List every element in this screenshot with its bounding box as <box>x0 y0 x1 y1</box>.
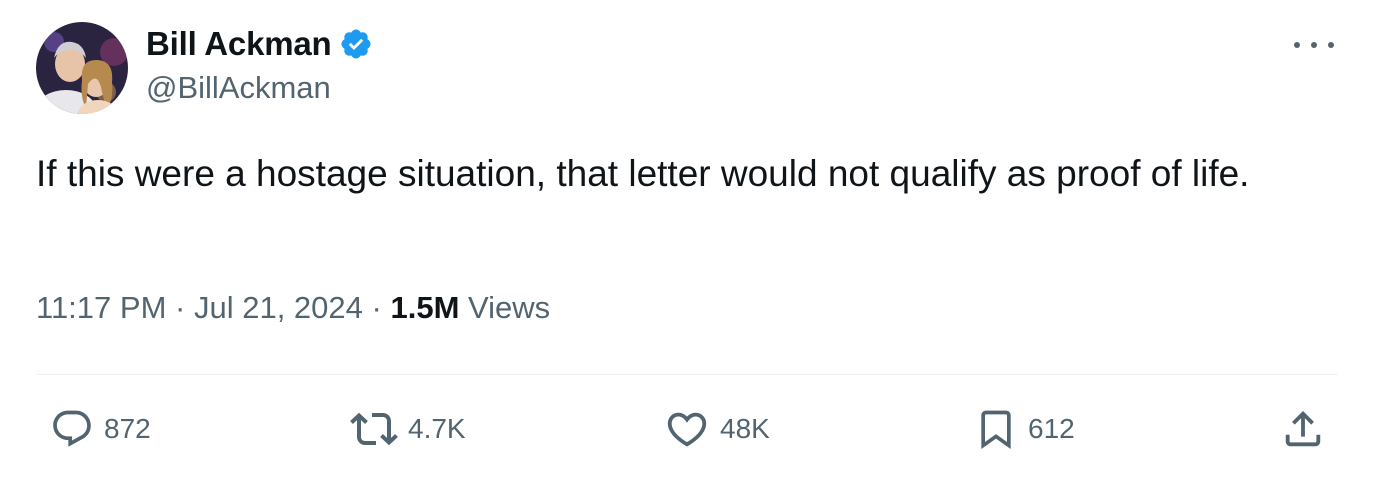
avatar[interactable] <box>36 22 128 114</box>
tweet-meta: 11:17 PM · Jul 21, 2024 · 1.5M Views <box>36 290 550 326</box>
tweet-text: If this were a hostage situation, that l… <box>36 153 1250 194</box>
author-display-name[interactable]: Bill Ackman <box>146 25 332 63</box>
reply-count: 872 <box>104 413 151 444</box>
repost-button[interactable]: 4.7K <box>350 404 466 454</box>
like-button[interactable]: 48K <box>664 404 770 454</box>
share-icon <box>1280 406 1326 452</box>
meta-separator: · <box>175 290 186 325</box>
more-options-icon[interactable] <box>1294 30 1334 60</box>
like-icon <box>664 406 710 452</box>
author-handle[interactable]: @BillAckman <box>146 70 331 106</box>
avatar-image <box>36 22 128 114</box>
reply-icon <box>50 407 94 451</box>
meta-separator: · <box>371 290 382 325</box>
bookmark-icon <box>974 405 1018 453</box>
tweet-time[interactable]: 11:17 PM <box>36 290 166 325</box>
views-count: 1.5M <box>390 290 460 325</box>
divider <box>36 374 1338 375</box>
verified-badge-icon[interactable] <box>339 27 373 61</box>
bookmark-button[interactable]: 612 <box>974 404 1075 454</box>
reply-button[interactable]: 872 <box>50 404 151 454</box>
bookmark-count: 612 <box>1028 413 1075 444</box>
like-count: 48K <box>720 413 770 444</box>
tweet-date[interactable]: Jul 21, 2024 <box>194 290 363 325</box>
share-button[interactable] <box>1280 404 1326 454</box>
author-name-row: Bill Ackman <box>146 22 373 66</box>
repost-count: 4.7K <box>408 413 466 444</box>
tweet-card: Bill Ackman @BillAckman If this were a h… <box>0 0 1378 482</box>
repost-icon <box>350 405 398 453</box>
views-label: Views <box>468 290 551 325</box>
